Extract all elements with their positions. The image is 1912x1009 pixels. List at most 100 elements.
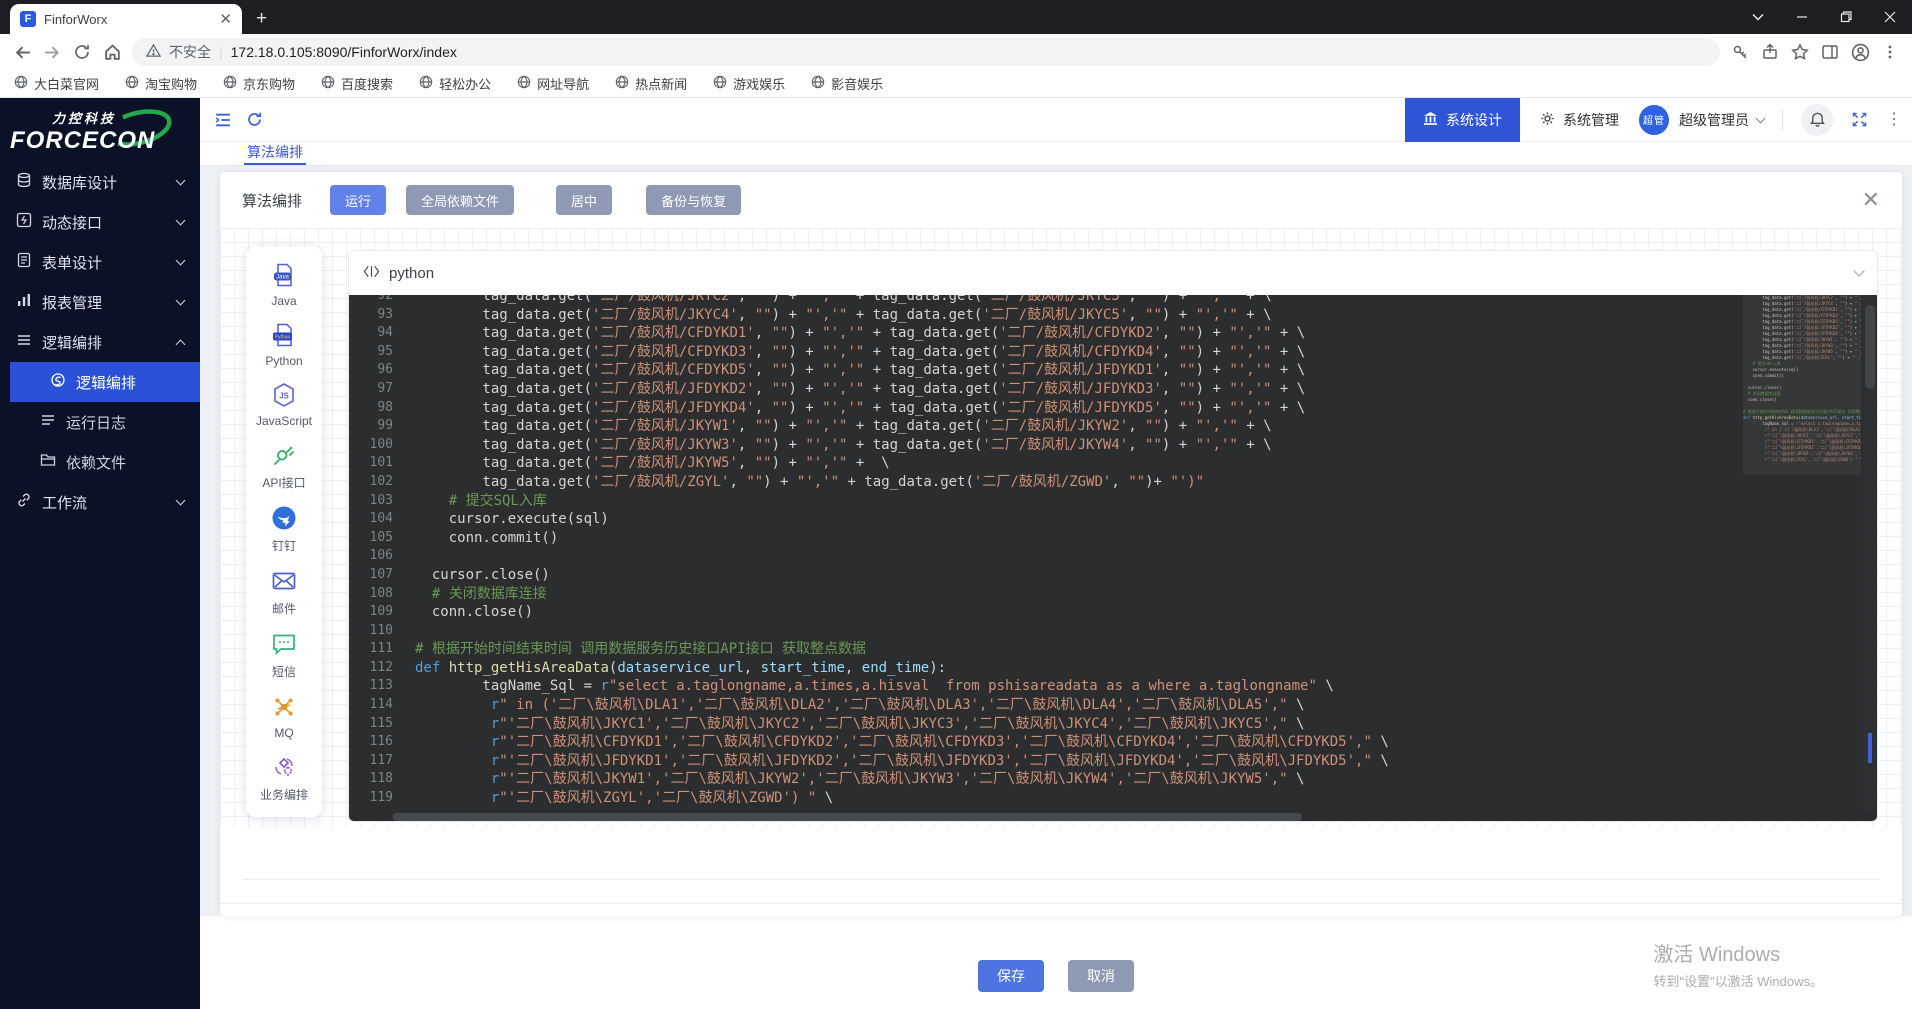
forward-icon[interactable] [42,42,62,62]
palette-item-短信[interactable]: 短信 [271,631,297,680]
editor-header[interactable]: python [349,251,1877,295]
palette-item-MQ[interactable]: MQ [271,694,297,740]
code-line[interactable]: 116 r"'二厂\鼓风机\CFDYKD1','二厂\鼓风机\CFDYKD2',… [349,733,1727,752]
tab-search-icon[interactable] [1736,0,1780,34]
bookmark-item[interactable]: 轻松办公 [419,74,491,93]
code-line[interactable]: 92 tag_data.get('二厂/鼓风机/JKYC2', "") + "'… [349,295,1727,306]
refresh-icon[interactable] [246,111,263,128]
share-icon[interactable] [1760,42,1780,62]
run-button[interactable]: 运行 [330,185,386,215]
code-line[interactable]: 100 tag_data.get('二厂/鼓风机/JKYW3', "") + "… [349,436,1727,455]
code-line[interactable]: 102 tag_data.get('二厂/鼓风机/ZGYL', "") + "'… [349,473,1727,492]
bookmark-item[interactable]: 大白菜官网 [14,74,99,93]
nav-system-manage[interactable]: 系统管理 [1520,110,1639,130]
bookmark-item[interactable]: 影音娱乐 [811,74,883,93]
backup-restore-button[interactable]: 备份与恢复 [646,185,741,215]
code-line[interactable]: 114 r" in ('二厂\鼓风机\DLA1','二厂\鼓风机\DLA2','… [349,696,1727,715]
code-line[interactable]: 99 tag_data.get('二厂/鼓风机/JKYW1', "") + "'… [349,417,1727,436]
password-key-icon[interactable] [1730,42,1750,62]
side-panel-icon[interactable] [1820,42,1840,62]
sidebar-item-逻辑编排[interactable]: 逻辑编排 [0,322,200,362]
code-line[interactable]: 108 # 关闭数据库连接 [349,585,1727,604]
flow-canvas[interactable]: JavaJava PythonPython JSJavaScript API接口钉钉邮… [220,228,1902,828]
modal-close-icon[interactable]: ✕ [1862,190,1880,210]
code-line[interactable]: 107 cursor.close() [349,566,1727,585]
code-line[interactable]: 97 tag_data.get('二厂/鼓风机/JFDYKD2', "") + … [349,380,1727,399]
code-editor[interactable]: 92 tag_data.get('二厂/鼓风机/JKYC2', "") + "'… [349,295,1877,821]
url-text[interactable]: 172.18.0.105:8090/FinforWorx/index [231,44,457,60]
bookmark-item[interactable]: 淘宝购物 [125,74,197,93]
bookmark-item[interactable]: 网址导航 [517,74,589,93]
code-line[interactable]: 110 [349,622,1727,641]
tab-algorithm-orchestration[interactable]: 算法编排 [244,142,306,165]
sidebar-item-工作流[interactable]: 工作流 [0,482,200,522]
bookmark-item[interactable]: 百度搜索 [321,74,393,93]
code-line[interactable]: 105 conn.commit() [349,529,1727,548]
back-icon[interactable] [12,42,32,62]
bookmark-item[interactable]: 热点新闻 [615,74,687,93]
palette-item-JavaScript[interactable]: JSJavaScript [256,382,312,428]
avatar[interactable]: 超管 [1639,105,1669,135]
code-line[interactable]: 115 r"'二厂\鼓风机\JKYC1','二厂\鼓风机\JKYC2','二厂\… [349,715,1727,734]
code-line[interactable]: 96 tag_data.get('二厂/鼓风机/CFDYKD5', "") + … [349,361,1727,380]
minimap[interactable]: tag_data.get('二厂/鼓风机/JKYC2', "") + "','"… [1743,295,1861,813]
new-tab-button[interactable]: + [256,8,267,30]
code-line[interactable]: 111# 根据开始时间结束时间 调用数据服务历史接口API接口 获取整点数据 [349,640,1727,659]
palette-item-Java[interactable]: JavaJava [271,262,297,308]
reload-icon[interactable] [72,42,92,62]
bookmark-item[interactable]: 游戏娱乐 [713,74,785,93]
code-line[interactable]: 106 [349,547,1727,566]
save-button[interactable]: 保存 [978,960,1044,992]
vertical-scrollbar[interactable] [1863,295,1877,813]
fullscreen-icon[interactable] [1851,111,1868,128]
center-button[interactable]: 居中 [556,185,612,215]
line-number: 114 [349,696,393,715]
code-line[interactable]: 119 r"'二厂\鼓风机\ZGYL','二厂\鼓风机\ZGWD') " \ [349,789,1727,808]
palette-item-邮件[interactable]: 邮件 [271,568,297,617]
browser-menu-icon[interactable] [1880,42,1900,62]
browser-tab[interactable]: F FinforWorx ✕ [10,4,242,34]
code-line[interactable]: 93 tag_data.get('二厂/鼓风机/JKYC4', "") + "'… [349,306,1727,325]
collapse-menu-icon[interactable] [214,111,232,129]
sidebar-item-表单设计[interactable]: 表单设计 [0,242,200,282]
sidebar-item-报表管理[interactable]: 报表管理 [0,282,200,322]
code-line[interactable]: 117 r"'二厂\鼓风机\JFDYKD1','二厂\鼓风机\JFDYKD2',… [349,752,1727,771]
tab-close-icon[interactable]: ✕ [219,10,232,28]
code-line[interactable]: 118 r"'二厂\鼓风机\JKYW1','二厂\鼓风机\JKYW2','二厂\… [349,770,1727,789]
user-chevron-down-icon[interactable] [1756,113,1766,123]
palette-item-API接口[interactable]: API接口 [262,442,305,491]
sidebar-subitem-运行日志[interactable]: 运行日志 [0,402,200,442]
palette-item-业务编排[interactable]: 业务编排 [260,754,308,803]
code-line[interactable]: 112def http_getHisAreaData(dataservice_u… [349,659,1727,678]
sidebar-subitem-依赖文件[interactable]: 依赖文件 [0,442,200,482]
sidebar-item-数据库设计[interactable]: 数据库设计 [0,162,200,202]
profile-icon[interactable] [1850,42,1870,62]
address-bar[interactable]: 不安全 | 172.18.0.105:8090/FinforWorx/index [132,38,1720,66]
global-dependency-button[interactable]: 全局依赖文件 [406,185,514,215]
close-window-icon[interactable] [1868,0,1912,34]
code-line[interactable]: 113 tagName_Sql = r"select a.taglongname… [349,677,1727,696]
notification-bell-icon[interactable] [1801,104,1833,136]
palette-item-Python[interactable]: PythonPython [265,322,302,368]
horizontal-scrollbar[interactable] [349,813,1727,821]
code-line[interactable]: 94 tag_data.get('二厂/鼓风机/CFDYKD1', "") + … [349,324,1727,343]
maximize-icon[interactable] [1824,0,1868,34]
palette-item-钉钉[interactable]: 钉钉 [271,505,297,554]
code-line[interactable]: 109 conn.close() [349,603,1727,622]
code-line[interactable]: 101 tag_data.get('二厂/鼓风机/JKYW5', "") + "… [349,454,1727,473]
nav-system-design[interactable]: 系统设计 [1405,98,1520,142]
bookmark-item[interactable]: 京东购物 [223,74,295,93]
bookmark-star-icon[interactable] [1790,42,1810,62]
code-line[interactable]: 103 # 提交SQL入库 [349,492,1727,511]
minimize-icon[interactable] [1780,0,1824,34]
sidebar-item-动态接口[interactable]: 动态接口 [0,202,200,242]
code-line[interactable]: 95 tag_data.get('二厂/鼓风机/CFDYKD3', "") + … [349,343,1727,362]
security-warning-icon[interactable] [146,43,161,61]
code-line[interactable]: 98 tag_data.get('二厂/鼓风机/JFDYKD4', "") + … [349,399,1727,418]
header-more-icon[interactable]: ⋮ [1886,117,1902,122]
home-icon[interactable] [102,42,122,62]
editor-collapse-chevron-icon[interactable] [1853,265,1864,276]
code-line[interactable]: 104 cursor.execute(sql) [349,510,1727,529]
cancel-button[interactable]: 取消 [1068,960,1134,992]
sidebar-subitem-逻辑编排[interactable]: 逻辑编排 [10,362,200,402]
